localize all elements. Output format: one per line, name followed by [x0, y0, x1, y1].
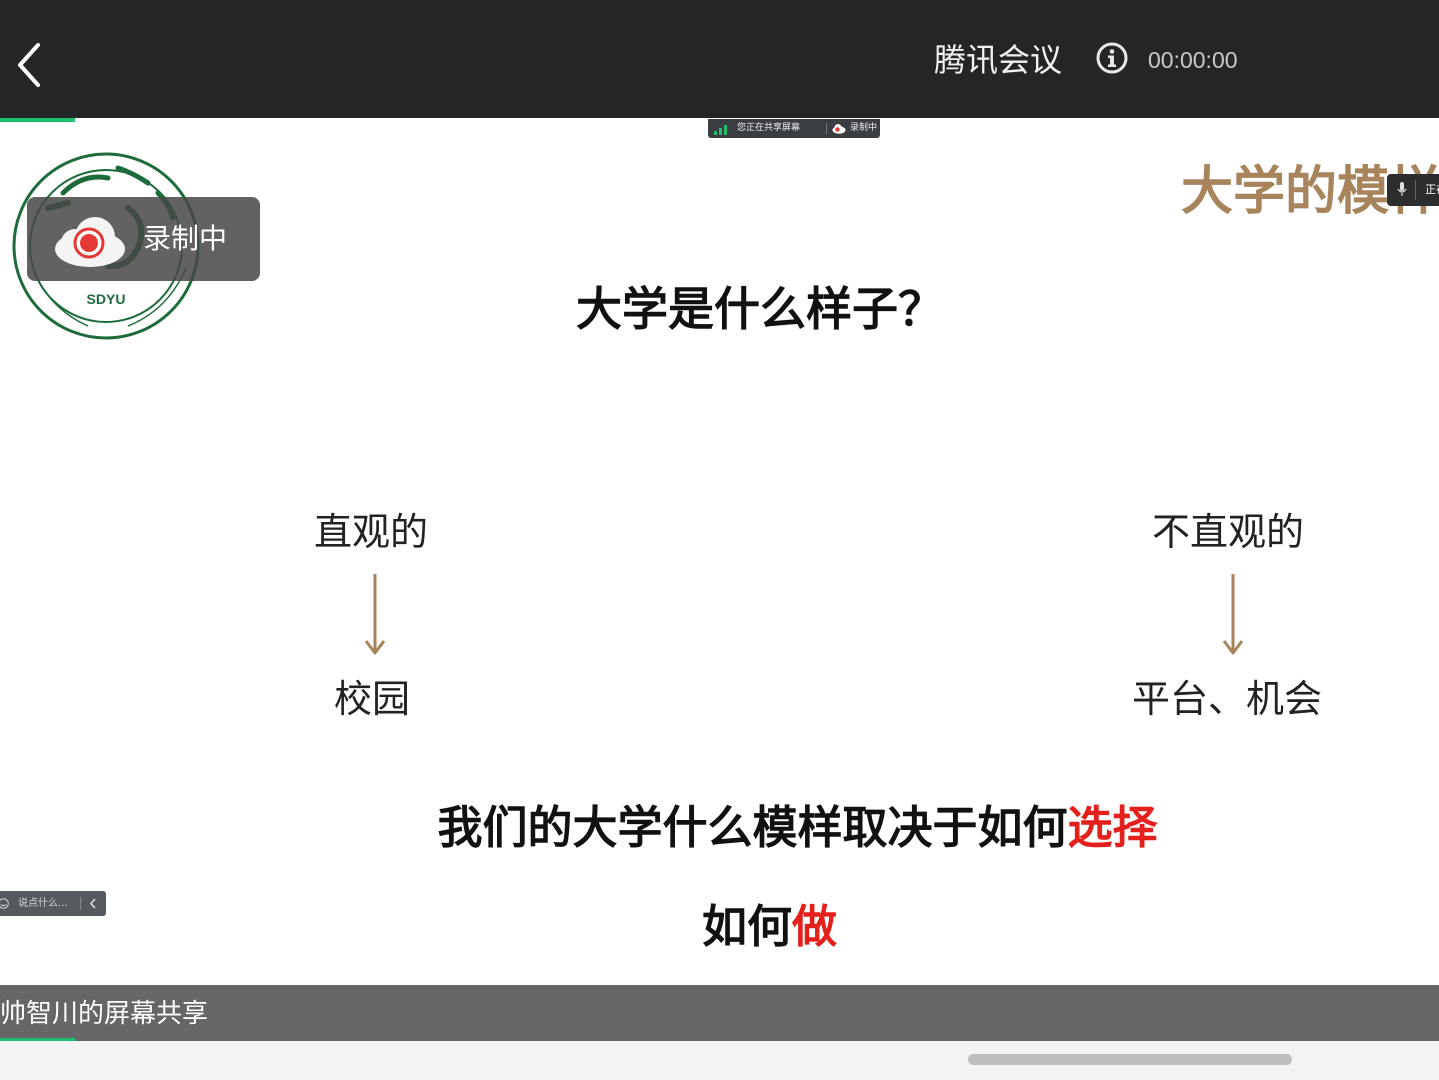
sharing-status-text: 您正在共享屏幕 [737, 123, 801, 133]
down-arrow-icon [1221, 573, 1245, 657]
screen-share-status-bar: 您正在共享屏幕 录制中 [708, 119, 880, 138]
chevron-left-icon[interactable] [88, 898, 98, 909]
signal-icon [714, 124, 728, 135]
mic-status-text: 正在 [1425, 183, 1439, 196]
recording-badge[interactable]: 录制中 [27, 197, 260, 281]
meeting-title: 腾讯会议 [934, 41, 1063, 79]
down-arrow-icon [363, 573, 387, 657]
horizontal-scrollbar[interactable] [968, 1054, 1292, 1065]
mic-status-chip[interactable]: 正在 [1387, 174, 1439, 206]
left-result: 校园 [334, 677, 411, 721]
left-heading: 直观的 [314, 510, 429, 554]
slide-how: 如何做 [0, 898, 1439, 956]
cloud-record-icon [832, 123, 846, 134]
divider [826, 123, 827, 134]
slide-conclusion: 我们的大学什么模样取决于如何选择 [0, 799, 1439, 857]
chat-input-pill[interactable]: 说点什么... [0, 891, 106, 916]
microphone-icon [1397, 181, 1407, 197]
slide-question: 大学是什么样子？ [576, 282, 944, 336]
recording-label: 录制中 [143, 222, 228, 255]
meeting-timer: 00:00:00 [1148, 47, 1238, 73]
top-bar: 腾讯会议 00:00:00 [0, 0, 1439, 118]
info-icon[interactable] [1095, 41, 1129, 75]
network-indicator-line [0, 118, 75, 122]
chat-placeholder: 说点什么... [18, 898, 68, 909]
conclusion-text: 我们的大学什么模样取决于如何 [437, 801, 1068, 854]
presenter-label: 帅智川的屏幕共享 [0, 999, 209, 1029]
divider [80, 897, 81, 910]
cloud-record-icon [53, 213, 127, 269]
how-text: 如何 [701, 900, 792, 953]
right-heading: 不直观的 [1152, 510, 1305, 554]
screen-share-label-bar: 帅智川的屏幕共享 [0, 985, 1439, 1041]
conclusion-highlight: 选择 [1067, 801, 1158, 854]
how-highlight: 做 [792, 900, 838, 953]
right-result: 平台、机会 [1132, 677, 1323, 721]
recording-status-text: 录制中 [850, 123, 878, 133]
back-icon[interactable] [12, 40, 48, 90]
divider [1415, 180, 1416, 200]
emoji-icon [0, 898, 9, 909]
